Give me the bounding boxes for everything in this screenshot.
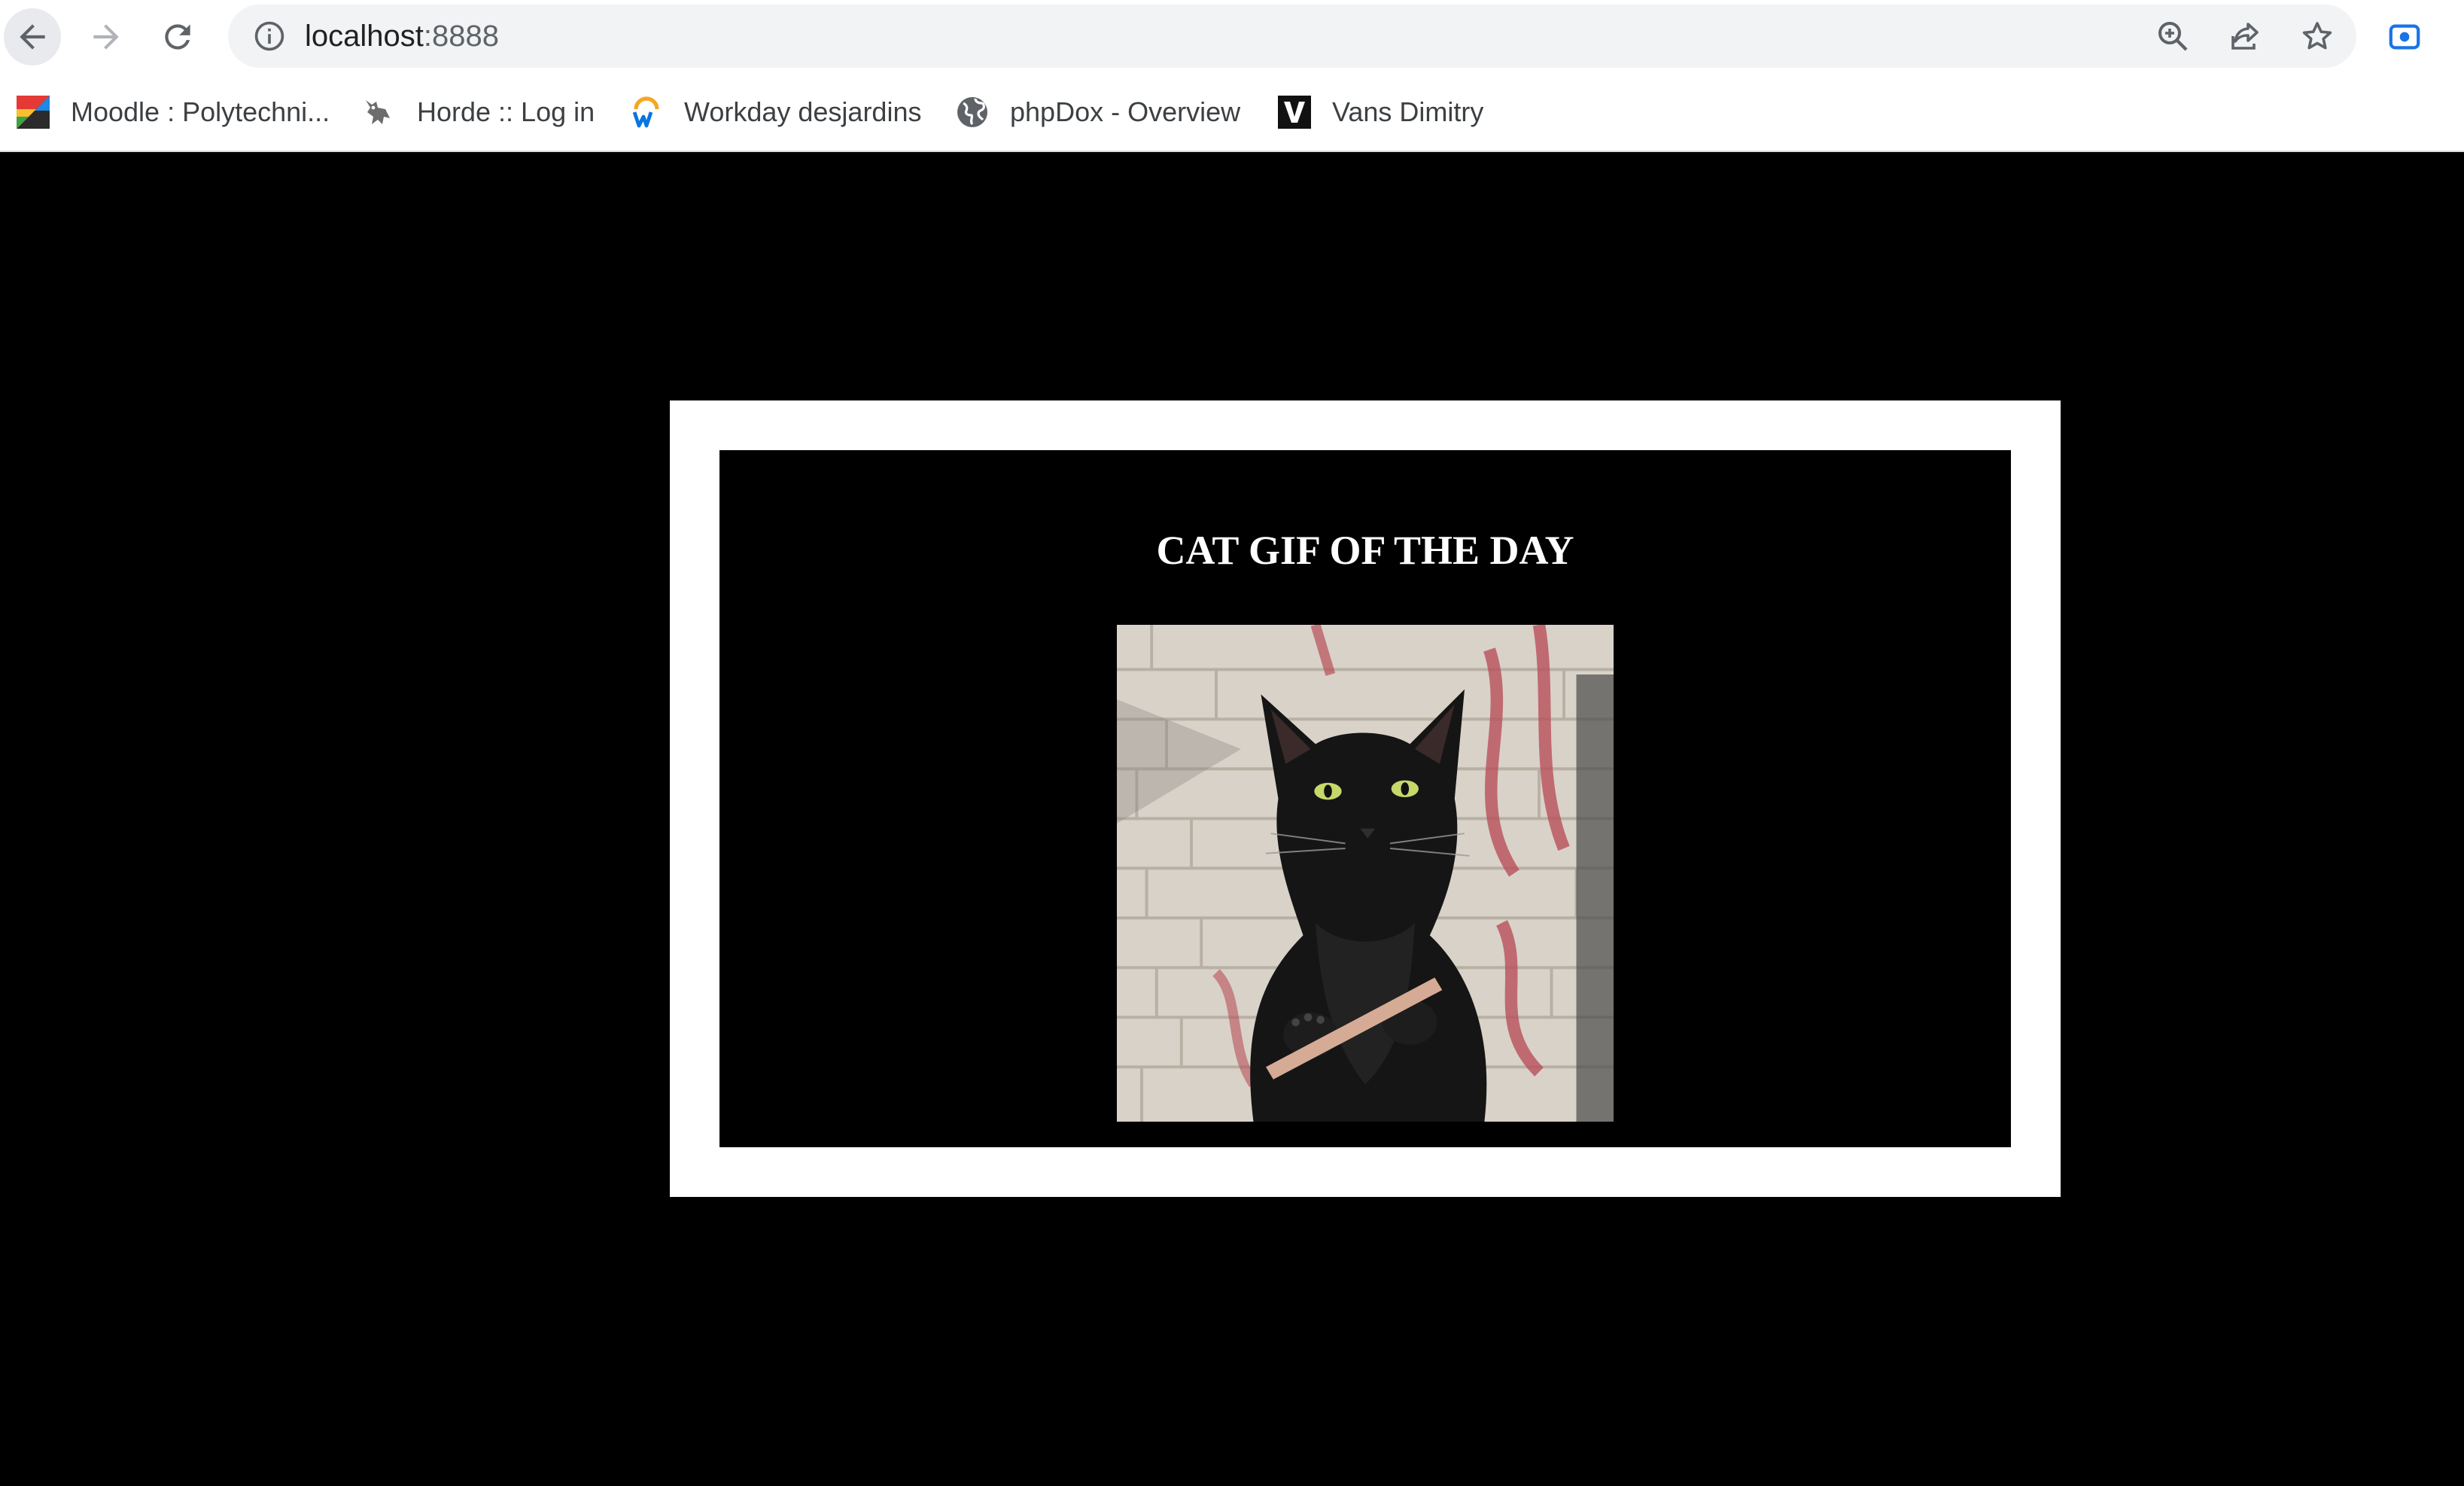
bookmark-label: Workday desjardins (684, 96, 922, 127)
workday-icon (632, 96, 659, 128)
reload-icon (165, 24, 190, 50)
zoom-icon[interactable] (2155, 18, 2191, 54)
screencast-icon[interactable] (2387, 20, 2422, 54)
bookmark-label: Horde :: Log in (417, 96, 595, 127)
forward-arrow-icon (93, 24, 119, 50)
info-icon[interactable] (253, 20, 286, 53)
bookmark-vans[interactable]: Vans Dimitry (1276, 74, 1483, 151)
bookmark-phpdox[interactable]: phpDox - Overview (954, 74, 1240, 151)
bookmark-label: Vans Dimitry (1332, 96, 1484, 127)
reload-button[interactable] (149, 8, 206, 65)
bookmarks-bar: Moodle : Polytechni... Horde :: Log in W… (0, 74, 2464, 152)
gif-frame: CAT GIF OF THE DAY (670, 400, 2061, 1197)
url-port: :8888 (423, 20, 499, 53)
gif-panel: CAT GIF OF THE DAY (719, 450, 2011, 1147)
page-title: CAT GIF OF THE DAY (1156, 528, 1574, 573)
cat-gif-image (1117, 625, 1614, 1122)
vans-icon (1278, 96, 1311, 129)
moodle-icon (17, 96, 50, 129)
bookmark-workday[interactable]: Workday desjardins (628, 74, 921, 151)
bookmark-label: phpDox - Overview (1010, 96, 1241, 127)
back-arrow-icon (20, 24, 45, 50)
globe-icon (957, 97, 987, 127)
bookmark-moodle[interactable]: Moodle : Polytechni... (15, 74, 330, 151)
bookmark-label: Moodle : Polytechni... (71, 96, 330, 127)
forward-button[interactable] (78, 8, 135, 65)
share-icon[interactable] (2227, 18, 2263, 54)
url-text[interactable]: localhost:8888 (305, 5, 499, 68)
star-icon[interactable] (2299, 18, 2335, 54)
horde-icon (366, 100, 390, 124)
url-host: localhost (305, 20, 424, 53)
back-button[interactable] (4, 8, 61, 65)
bookmark-horde[interactable]: Horde :: Log in (361, 74, 595, 151)
address-bar[interactable]: localhost:8888 (228, 5, 2356, 68)
browser-toolbar: localhost:8888 (0, 0, 2464, 74)
